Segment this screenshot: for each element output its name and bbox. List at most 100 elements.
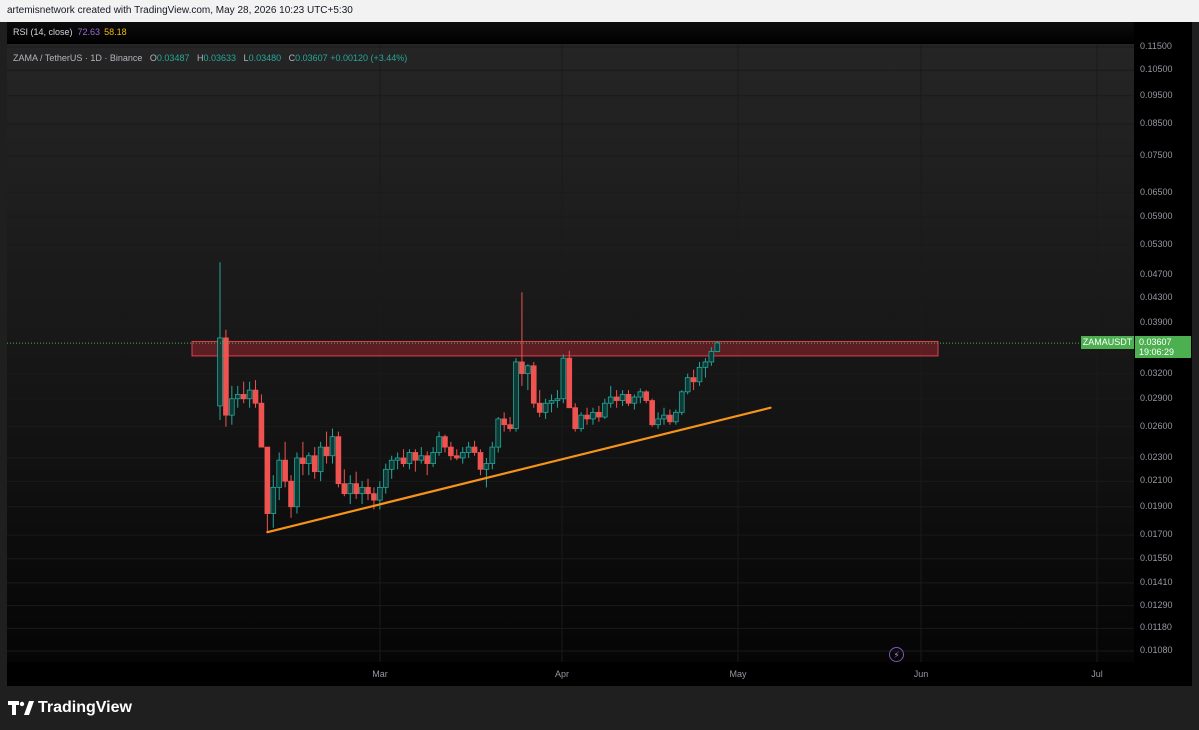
candle[interactable] <box>217 262 223 420</box>
candle[interactable] <box>530 361 537 408</box>
chart-pane[interactable]: RSI (14, close) 72.63 58.18 ZAMA / TetherU… <box>7 22 1134 662</box>
candle[interactable] <box>442 434 448 453</box>
chart-frame[interactable]: RSI (14, close) 72.63 58.18 ZAMA / TetherU… <box>7 22 1192 686</box>
candle[interactable] <box>394 452 401 470</box>
candle[interactable] <box>702 358 709 378</box>
candle[interactable] <box>335 431 342 488</box>
candle[interactable] <box>400 449 407 468</box>
candle[interactable] <box>341 469 348 497</box>
candle-body-up <box>489 446 496 464</box>
candle[interactable] <box>258 394 265 448</box>
candle[interactable] <box>252 380 259 408</box>
candle[interactable] <box>596 405 602 422</box>
candle[interactable] <box>353 471 359 499</box>
candle-body-up <box>246 389 253 400</box>
candle[interactable] <box>359 481 365 505</box>
candle[interactable] <box>323 431 330 464</box>
candle[interactable] <box>619 390 626 406</box>
candle[interactable] <box>548 394 555 413</box>
candle[interactable] <box>507 417 513 432</box>
candles-layer <box>217 262 721 533</box>
candle[interactable] <box>542 398 549 419</box>
candle[interactable] <box>270 475 277 528</box>
candle-body-down <box>442 436 448 448</box>
candle[interactable] <box>602 398 608 419</box>
candle[interactable] <box>453 449 460 461</box>
candle[interactable] <box>489 441 496 470</box>
candle[interactable] <box>388 455 395 479</box>
candle[interactable] <box>406 449 413 470</box>
candle[interactable] <box>625 390 632 406</box>
candle[interactable] <box>294 452 300 514</box>
candle[interactable] <box>643 390 650 404</box>
candle[interactable] <box>560 354 567 404</box>
candle[interactable] <box>519 292 525 386</box>
price-axis[interactable]: 0.03607 19:06:29 0.11500 0.10500 0.09500 0.… <box>1134 22 1192 662</box>
candle-body-up <box>276 459 282 488</box>
candle[interactable] <box>459 447 466 464</box>
resistance-zone[interactable] <box>191 340 939 357</box>
candle[interactable] <box>525 364 531 391</box>
candle[interactable] <box>667 409 673 425</box>
candle[interactable] <box>382 463 389 494</box>
candle[interactable] <box>317 441 324 482</box>
price-tick-label: 0.11500 <box>1140 41 1172 51</box>
candle[interactable] <box>430 447 436 468</box>
candle[interactable] <box>631 394 638 410</box>
candle[interactable] <box>311 447 318 479</box>
candle[interactable] <box>684 373 691 395</box>
candle[interactable] <box>471 440 478 456</box>
candle[interactable] <box>696 361 703 386</box>
lightning-icon[interactable]: ⚡ <box>889 647 904 662</box>
candle[interactable] <box>649 398 655 427</box>
price-tick-label: 0.01180 <box>1140 622 1172 633</box>
candle[interactable] <box>300 441 306 476</box>
candle[interactable] <box>690 369 697 391</box>
candle[interactable] <box>282 441 288 488</box>
candle[interactable] <box>347 475 354 505</box>
candle[interactable] <box>448 441 454 461</box>
last-price-value: 0.03607 <box>1139 337 1172 348</box>
candle[interactable] <box>495 417 502 453</box>
candle[interactable] <box>607 385 614 408</box>
candle[interactable] <box>436 431 442 456</box>
candle[interactable] <box>465 441 472 458</box>
candle[interactable] <box>678 390 685 416</box>
candle[interactable] <box>246 381 253 408</box>
candle[interactable] <box>554 390 561 408</box>
price-tick-label: 0.10500 <box>1140 64 1173 75</box>
candle[interactable] <box>305 452 312 476</box>
candle[interactable] <box>483 457 490 488</box>
candle[interactable] <box>229 385 235 425</box>
candle[interactable] <box>572 403 578 432</box>
candle[interactable] <box>223 329 229 427</box>
candle[interactable] <box>412 449 419 472</box>
candle[interactable] <box>613 390 620 408</box>
candle-body-up <box>684 377 691 393</box>
price-tick-label: 0.08500 <box>1140 118 1173 129</box>
candle[interactable] <box>240 381 247 404</box>
candle[interactable] <box>418 447 425 464</box>
candle[interactable] <box>578 412 584 432</box>
candle[interactable] <box>661 407 667 425</box>
candle[interactable] <box>365 478 371 501</box>
candle[interactable] <box>513 358 519 432</box>
candle[interactable] <box>424 451 430 476</box>
candle[interactable] <box>501 412 507 432</box>
candle[interactable] <box>584 407 590 425</box>
candlestick-plot[interactable] <box>7 22 1134 662</box>
candle[interactable] <box>590 407 596 425</box>
candle[interactable] <box>536 390 543 418</box>
candle[interactable] <box>566 350 573 409</box>
candle[interactable] <box>673 409 679 425</box>
tradingview-logo[interactable]: TradingView <box>8 698 132 718</box>
time-axis[interactable]: Mar Apr May Jun Jul <box>7 662 1134 686</box>
candle[interactable] <box>234 385 241 408</box>
candle[interactable] <box>264 446 271 533</box>
candle[interactable] <box>637 388 644 404</box>
candle[interactable] <box>477 449 484 476</box>
candle[interactable] <box>288 475 294 518</box>
candle-body-up <box>542 402 549 413</box>
bar-countdown: 19:06:29 <box>1139 347 1175 358</box>
candle[interactable] <box>276 452 282 501</box>
